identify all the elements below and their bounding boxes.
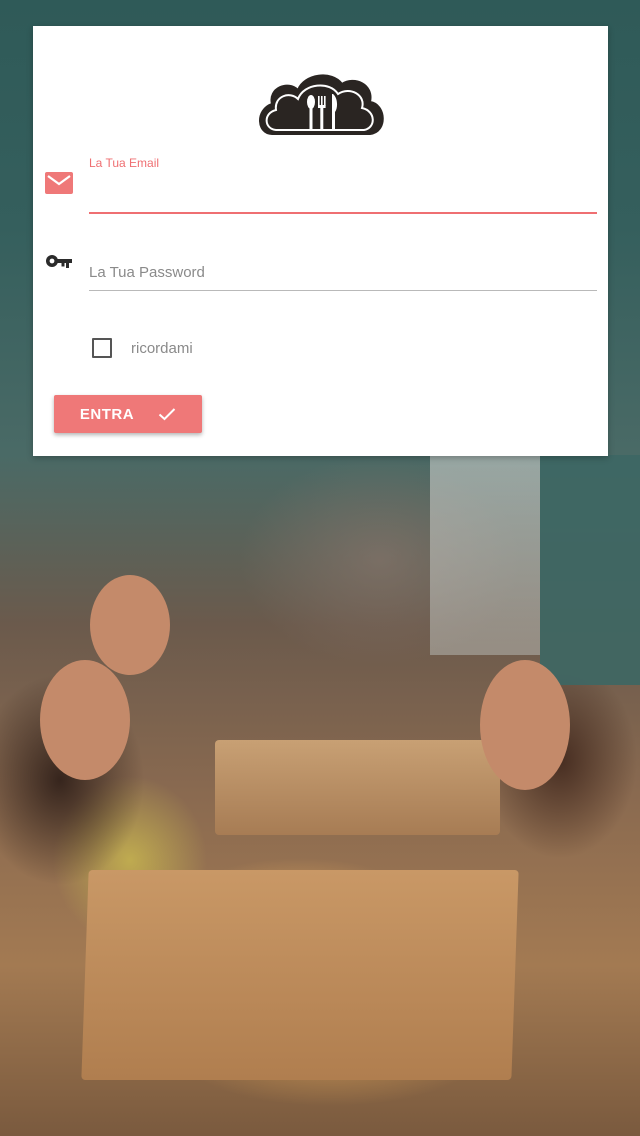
check-icon [158,408,176,421]
remember-me-label[interactable]: ricordami [131,340,193,357]
submit-label: ENTRA [79,405,135,423]
password-field[interactable] [89,254,597,291]
background-person-far [90,575,170,675]
login-card: La Tua Email ricordami ENTRA [33,26,608,456]
background-wall [540,455,640,685]
email-field[interactable] [89,176,597,214]
background-person-left [40,660,130,780]
key-icon [46,255,72,268]
background-person-right [480,660,570,790]
remember-me-checkbox[interactable] [92,338,112,358]
background-window [430,455,540,655]
background-table-far [215,740,500,835]
email-label: La Tua Email [89,156,160,170]
background-table-near [81,870,519,1080]
cloud-cutlery-logo [259,74,384,135]
submit-button[interactable]: ENTRA [54,395,202,433]
mail-icon [45,172,73,194]
